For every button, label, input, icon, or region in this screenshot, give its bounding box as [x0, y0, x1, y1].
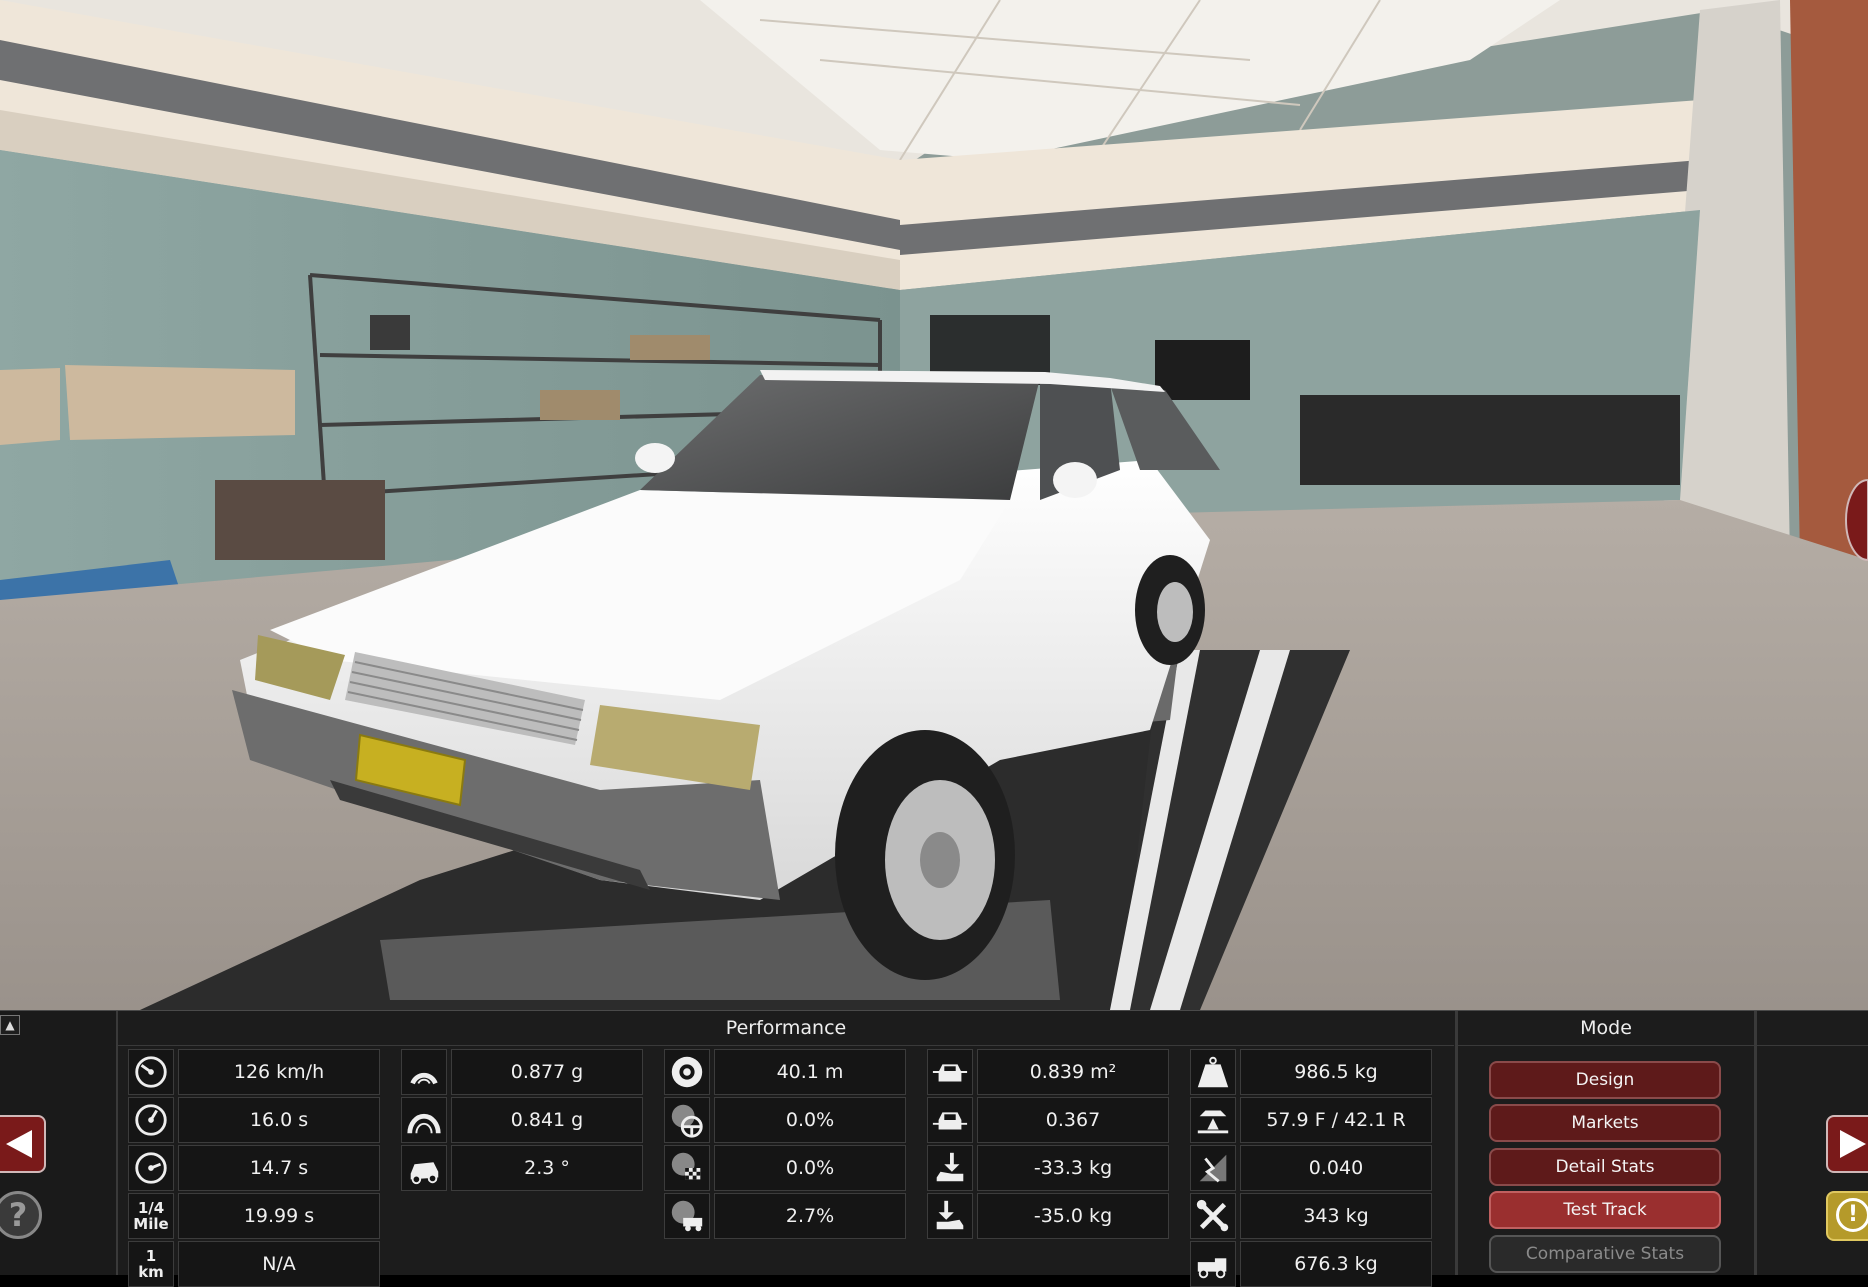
performance-panel: ▲ ? Performance Mode 126 km/h 16.0 s 14.…	[0, 1010, 1868, 1287]
drag-coefficient-car-icon[interactable]	[927, 1097, 973, 1143]
frontal-area-car-icon[interactable]	[927, 1049, 973, 1095]
mode-comparative-stats-button[interactable]: Comparative Stats	[1489, 1235, 1721, 1273]
lateral-stiffness-icon[interactable]	[1190, 1145, 1236, 1191]
quarter-mile-icon[interactable]: 1/4 Mile	[128, 1193, 174, 1239]
weight-distribution-icon[interactable]	[1190, 1097, 1236, 1143]
rear-downforce-value: -35.0 kg	[977, 1193, 1169, 1239]
mode-detail-stats-button[interactable]: Detail Stats	[1489, 1148, 1721, 1186]
body-roll-car-icon[interactable]	[401, 1145, 447, 1191]
frontal-area-value: 0.839 m²	[977, 1049, 1169, 1095]
acceleration-80-120-gauge-icon[interactable]	[128, 1145, 174, 1191]
braking-distance-disc-icon[interactable]	[664, 1049, 710, 1095]
alert-button[interactable]: !	[1826, 1191, 1868, 1241]
cornering-high-speed-icon[interactable]	[401, 1097, 447, 1143]
mode-test-track-button[interactable]: Test Track	[1489, 1191, 1721, 1229]
quarter-mile-label-top: 1/4	[137, 1199, 165, 1217]
weight-distribution-value: 57.9 F / 42.1 R	[1240, 1097, 1432, 1143]
braking-distance-value: 40.1 m	[714, 1049, 906, 1095]
garage-scene-render	[0, 0, 1868, 1010]
divider	[1754, 1011, 1757, 1275]
divider	[1455, 1011, 1458, 1275]
lateral-stiffness-value: 0.040	[1240, 1145, 1432, 1191]
top-speed-value: 126 km/h	[178, 1049, 380, 1095]
understeer-value: 0.0%	[714, 1097, 906, 1143]
weight-icon[interactable]	[1190, 1049, 1236, 1095]
one-km-label-top: 1	[145, 1247, 157, 1265]
one-km-value: N/A	[178, 1241, 380, 1287]
service-cost-value: 343 kg	[1240, 1193, 1432, 1239]
brake-fade-flag-icon[interactable]	[664, 1145, 710, 1191]
previous-button[interactable]	[0, 1115, 46, 1173]
acceleration-0-100-gauge-icon[interactable]	[128, 1097, 174, 1143]
rear-downforce-icon[interactable]	[927, 1193, 973, 1239]
mode-title: Mode	[1458, 1011, 1754, 1046]
exclamation-icon: !	[1836, 1198, 1868, 1232]
performance-title: Performance	[118, 1011, 1454, 1046]
drag-coefficient-value: 0.367	[977, 1097, 1169, 1143]
service-cost-wrench-icon[interactable]	[1190, 1193, 1236, 1239]
garage-viewport[interactable]	[0, 0, 1868, 1010]
towing-value: 676.3 kg	[1240, 1241, 1432, 1287]
quarter-mile-label-bottom: Mile	[133, 1215, 169, 1233]
cornering-low-speed-icon[interactable]	[401, 1049, 447, 1095]
arrow-left-icon	[6, 1130, 32, 1158]
front-downforce-value: -33.3 kg	[977, 1145, 1169, 1191]
collapse-panel-button[interactable]: ▲	[0, 1015, 20, 1035]
right-strip-header	[1757, 1011, 1868, 1046]
tire-wear-icon[interactable]	[664, 1193, 710, 1239]
quarter-mile-value: 19.99 s	[178, 1193, 380, 1239]
cornering-low-speed-value: 0.877 g	[451, 1049, 643, 1095]
body-roll-value: 2.3 °	[451, 1145, 643, 1191]
one-km-icon[interactable]: 1 km	[128, 1241, 174, 1287]
weight-value: 986.5 kg	[1240, 1049, 1432, 1095]
mode-design-button[interactable]: Design	[1489, 1061, 1721, 1099]
brake-fade-value: 0.0%	[714, 1145, 906, 1191]
front-downforce-icon[interactable]	[927, 1145, 973, 1191]
next-button[interactable]	[1826, 1115, 1868, 1173]
top-speed-gauge-icon[interactable]	[128, 1049, 174, 1095]
understeer-wheel-icon[interactable]	[664, 1097, 710, 1143]
acceleration-80-120-value: 14.7 s	[178, 1145, 380, 1191]
arrow-right-icon	[1840, 1130, 1866, 1158]
acceleration-0-100-value: 16.0 s	[178, 1097, 380, 1143]
mode-markets-button[interactable]: Markets	[1489, 1104, 1721, 1142]
cornering-high-speed-value: 0.841 g	[451, 1097, 643, 1143]
one-km-label-bottom: km	[138, 1263, 164, 1281]
tire-wear-value: 2.7%	[714, 1193, 906, 1239]
towing-truck-icon[interactable]	[1190, 1241, 1236, 1287]
